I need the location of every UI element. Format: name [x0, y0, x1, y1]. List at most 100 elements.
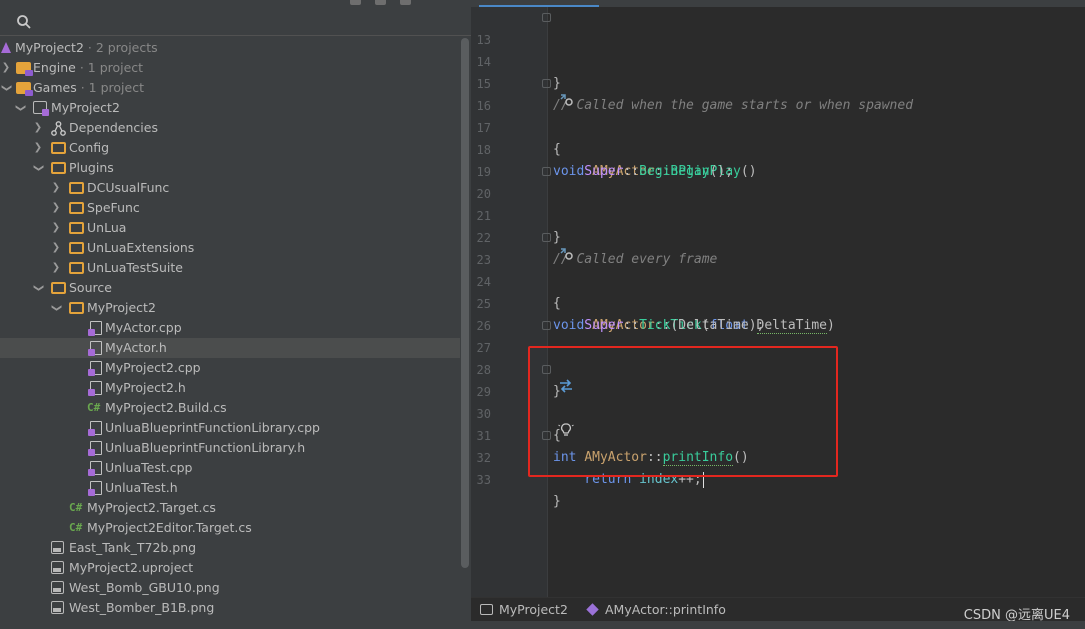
tree-item-file[interactable]: C# MyProject2.Target.cs	[0, 498, 460, 518]
override-icon[interactable]	[500, 76, 573, 106]
tree-item-label: MyActor.h	[105, 340, 167, 355]
tree-item-label: MyProject2	[87, 300, 156, 315]
chevron-right-icon[interactable]: ❯	[50, 238, 62, 258]
tree-item-file[interactable]: West_Bomber_B1B.png	[0, 598, 460, 618]
code-line[interactable]: 20 }	[471, 161, 1085, 245]
tree-item-label: UnLuaExtensions	[87, 240, 195, 255]
tree-item-file[interactable]: MyProject2.uproject	[0, 558, 460, 578]
code-line[interactable]: 27 }	[471, 315, 1085, 399]
tree-item-file[interactable]: MyProject2.h	[0, 378, 460, 398]
header-file-icon	[88, 381, 105, 396]
code-line[interactable]: 23 void AMyActor::Tick(float DeltaTime)	[471, 227, 1085, 334]
tree-item-engine[interactable]: ❯ Engine · 1 project	[0, 58, 460, 78]
chevron-right-icon[interactable]: ❯	[50, 258, 62, 278]
folder-icon	[51, 161, 66, 175]
code-line[interactable]: 24 {	[471, 249, 1085, 311]
project-icon	[33, 101, 49, 116]
tree-item-myproject2[interactable]: ❯ MyProject2	[0, 98, 460, 118]
tree-item-solution[interactable]: MyProject2 · 2 projects	[0, 38, 460, 58]
code-line[interactable]: 14	[471, 29, 1085, 69]
search-icon[interactable]	[16, 14, 32, 30]
code-line[interactable]: 25 Super::Tick(DeltaTime);	[471, 271, 1085, 333]
fold-icon[interactable]	[542, 79, 551, 88]
header-file-icon	[88, 441, 105, 456]
code-line[interactable]: 22 // Called every frame	[471, 205, 1085, 267]
code-editor[interactable]: 13 } 14 15 // Called when the game start…	[471, 0, 1085, 629]
code-line[interactable]: 21	[471, 183, 1085, 223]
tree-item-label: UnluaBlueprintFunctionLibrary.cpp	[105, 420, 320, 435]
tree-item-source[interactable]: ❯ Source	[0, 278, 460, 298]
breadcrumb-symbol[interactable]: AMyActor::printInfo	[586, 602, 726, 618]
project-icon	[480, 604, 493, 615]
tree-item-label: East_Tank_T72b.png	[69, 540, 197, 555]
cpp-file-icon	[88, 461, 105, 476]
lightbulb-icon[interactable]	[500, 406, 574, 436]
tree-item-label: MyProject2	[51, 100, 120, 115]
code-line[interactable]: 17 {	[471, 95, 1085, 157]
tree-item-label: UnluaTest.h	[105, 480, 178, 495]
chevron-right-icon[interactable]: ❯	[50, 218, 62, 238]
tree-item-dependencies[interactable]: ❯ Dependencies	[0, 118, 460, 138]
code-line[interactable]: 19	[471, 139, 1085, 179]
tree-item-file[interactable]: C# MyProject2.Build.cs	[0, 398, 460, 418]
chevron-right-icon[interactable]: ❯	[32, 118, 44, 138]
breadcrumb-project[interactable]: MyProject2	[480, 602, 568, 618]
chevron-right-icon[interactable]: ❯	[50, 198, 62, 218]
tree-item-label: West_Bomber_B1B.png	[69, 600, 215, 615]
hide-icon[interactable]	[400, 0, 411, 5]
chevron-down-icon[interactable]: ❯	[28, 282, 48, 294]
tree-item-file[interactable]: West_Bomb_GBU10.png	[0, 578, 460, 598]
tree-item-label: MyProject2 · 2 projects	[15, 40, 158, 55]
navigate-declaration-icon[interactable]	[500, 362, 572, 393]
explorer-toolbar	[0, 0, 471, 8]
tree-item-dcusualfunc[interactable]: ❯ DCUsualFunc	[0, 178, 460, 198]
explorer-scrollbar[interactable]	[461, 38, 469, 568]
tree-item-file[interactable]: East_Tank_T72b.png	[0, 538, 460, 558]
fold-icon[interactable]	[542, 13, 551, 22]
code-line[interactable]: 15 // Called when the game starts or whe…	[471, 51, 1085, 113]
folder-icon	[51, 281, 66, 295]
tree-item-label: Dependencies	[69, 120, 158, 135]
override-icon[interactable]	[500, 230, 573, 260]
tree-item-unlua[interactable]: ❯ UnLua	[0, 218, 460, 238]
tree-item-file[interactable]: UnluaBlueprintFunctionLibrary.h	[0, 438, 460, 458]
chevron-down-icon[interactable]: ❯	[10, 102, 30, 114]
chevron-right-icon[interactable]: ❯	[0, 58, 12, 78]
tree-item-file-selected[interactable]: MyActor.h	[0, 338, 460, 358]
tree-item-source-myproject2[interactable]: ❯ MyProject2	[0, 298, 460, 318]
tree-item-file[interactable]: MyProject2.cpp	[0, 358, 460, 378]
tree-item-label: SpeFunc	[87, 200, 140, 215]
code-line[interactable]: 16 void AMyActor::BeginPlay()	[471, 73, 1085, 179]
tree-item-file[interactable]: C# MyProject2Editor.Target.cs	[0, 518, 460, 538]
tree-item-file[interactable]: UnluaBlueprintFunctionLibrary.cpp	[0, 418, 460, 438]
tree-item-games[interactable]: ❯ Games · 1 project	[0, 78, 460, 98]
tree-item-label: MyProject2Editor.Target.cs	[87, 520, 252, 535]
fold-icon[interactable]	[542, 167, 551, 176]
editor-tab-strip[interactable]	[471, 0, 1085, 7]
fold-icon[interactable]	[542, 233, 551, 242]
fold-icon[interactable]	[542, 321, 551, 330]
tree-item-file[interactable]: UnluaTest.cpp	[0, 458, 460, 478]
chevron-right-icon[interactable]: ❯	[32, 138, 44, 158]
chevron-down-icon[interactable]: ❯	[28, 162, 48, 174]
collapse-icon[interactable]	[350, 0, 361, 5]
tree-item-plugins[interactable]: ❯ Plugins	[0, 158, 460, 178]
tree-item-file[interactable]: MyActor.cpp	[0, 318, 460, 338]
code-line[interactable]: 18 Super::BeginPlay();	[471, 117, 1085, 179]
tree-item-config[interactable]: ❯ Config	[0, 138, 460, 158]
tree-item-file[interactable]: UnluaTest.h	[0, 478, 460, 498]
chevron-down-icon[interactable]: ❯	[0, 82, 16, 94]
header-file-icon	[88, 481, 105, 496]
tree-item-unluatestsuite[interactable]: ❯ UnLuaTestSuite	[0, 258, 460, 278]
code-line[interactable]: 26	[471, 293, 1085, 333]
chevron-down-icon[interactable]: ❯	[46, 302, 66, 314]
code-line[interactable]: 13 }	[471, 7, 1085, 91]
tree-item-unluaextensions[interactable]: ❯ UnLuaExtensions	[0, 238, 460, 258]
settings-icon[interactable]	[375, 0, 386, 5]
folder-icon	[69, 241, 84, 255]
image-file-icon	[51, 601, 66, 615]
folder-icon	[69, 221, 84, 235]
tree-item-spefunc[interactable]: ❯ SpeFunc	[0, 198, 460, 218]
chevron-right-icon[interactable]: ❯	[50, 178, 62, 198]
explorer-search-bar[interactable]	[0, 8, 471, 36]
